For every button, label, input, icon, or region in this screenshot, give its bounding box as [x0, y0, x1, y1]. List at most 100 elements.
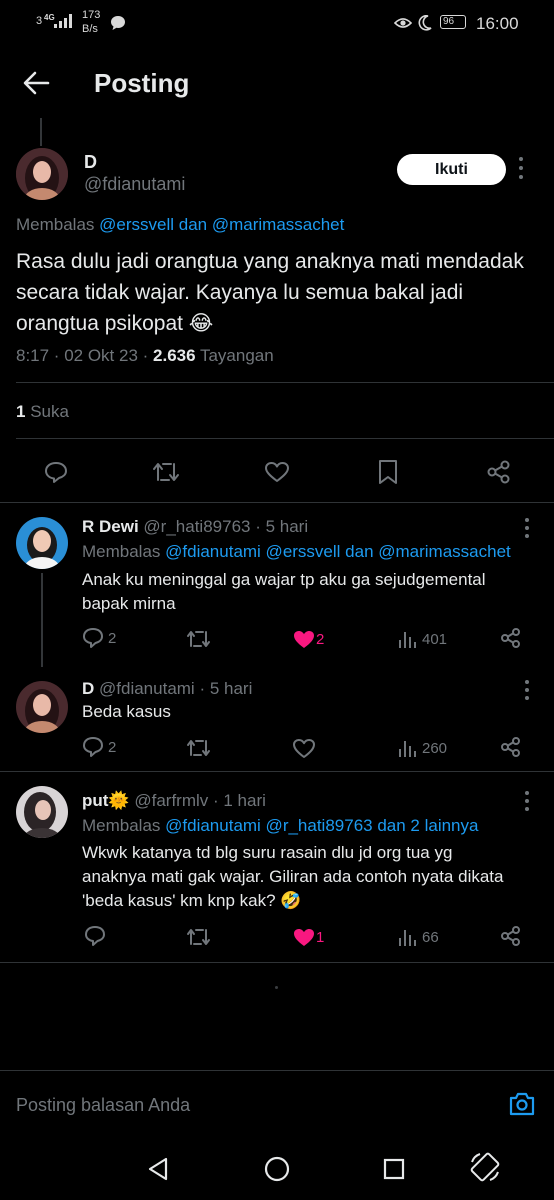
reply-icon: [83, 628, 103, 648]
reply-input[interactable]: [16, 1091, 456, 1119]
retweet-button[interactable]: [152, 460, 180, 484]
reply-author-handle[interactable]: @r_hati89763: [143, 517, 250, 536]
more-button[interactable]: [524, 517, 530, 539]
reply-item[interactable]: put🌞 @farfrmlv · 1 hari Membalas @fdianu…: [0, 772, 554, 962]
back-arrow-icon: [23, 71, 50, 95]
replying-to: Membalas @fdianutami @erssvell dan @mari…: [82, 542, 511, 562]
views-count: 260: [422, 740, 448, 757]
post-text-line: Rasa dulu jadi orangtua yang anaknya mat…: [16, 250, 524, 273]
reply-button[interactable]: [44, 460, 68, 484]
reply-icon: [45, 462, 67, 483]
reply-button[interactable]: [84, 925, 106, 947]
like-count: 1: [316, 929, 325, 946]
share-icon: [501, 628, 520, 648]
more-button[interactable]: [518, 156, 524, 180]
retweet-icon: [187, 929, 210, 945]
reply-author-name[interactable]: put🌞: [82, 791, 130, 810]
reply-author-handle[interactable]: @farfrmlv: [134, 791, 208, 810]
avatar[interactable]: [16, 517, 68, 569]
reply-composer[interactable]: [0, 1071, 554, 1131]
battery-icon: 96: [440, 15, 466, 29]
follow-button[interactable]: Ikuti: [397, 154, 506, 185]
camera-button[interactable]: [508, 1091, 536, 1117]
share-button[interactable]: [500, 925, 522, 947]
more-icon: [525, 680, 529, 700]
views-label: Tayangan: [195, 346, 274, 365]
more-icon: [525, 791, 529, 811]
reply-author-name[interactable]: D: [82, 679, 94, 698]
like-count: 2: [316, 631, 325, 648]
bookmark-button[interactable]: [377, 459, 399, 485]
retweet-button[interactable]: [186, 926, 212, 948]
views-icon: [399, 741, 416, 757]
share-button[interactable]: [500, 736, 522, 758]
divider: [16, 438, 554, 439]
retweet-icon: [187, 740, 210, 756]
divider: [0, 962, 554, 963]
reply-time: · 1 hari: [208, 791, 266, 810]
author-name[interactable]: D: [84, 152, 97, 173]
camera-icon: [509, 1092, 535, 1116]
reply-icon: [83, 737, 103, 757]
reply-header: D @fdianutami · 5 hari: [82, 679, 252, 699]
reply-item[interactable]: R Dewi @r_hati89763 · 5 hari Membalas @f…: [0, 503, 554, 667]
reply-author-name[interactable]: R Dewi: [82, 517, 139, 536]
retweet-icon: [187, 631, 210, 647]
share-button[interactable]: [500, 627, 522, 649]
replying-to-label: Membalas: [16, 215, 95, 234]
back-button[interactable]: [22, 70, 52, 96]
nav-home-button[interactable]: [264, 1156, 290, 1182]
retweet-button[interactable]: [186, 628, 212, 650]
reply-text: Beda kasus: [82, 700, 171, 724]
author-handle[interactable]: @fdianutami: [84, 174, 185, 195]
reply-header: put🌞 @farfrmlv · 1 hari: [82, 791, 266, 811]
likes-summary[interactable]: 1 Suka: [16, 402, 69, 422]
reply-author-handle[interactable]: @fdianutami: [99, 679, 195, 698]
replying-to-label: Membalas: [82, 542, 166, 561]
more-button[interactable]: [524, 790, 530, 812]
like-icon-filled: [294, 929, 314, 946]
replying-to-handles[interactable]: @fdianutami @r_hati89763 dan 2 lainnya: [165, 816, 478, 835]
views-icon: [399, 632, 416, 648]
screen-rotate-icon: [470, 1152, 500, 1182]
like-button[interactable]: [264, 460, 290, 484]
battery-level: 96: [443, 16, 455, 27]
nav-back-button[interactable]: [146, 1156, 170, 1182]
reply-time: · 5 hari: [194, 679, 253, 698]
avatar[interactable]: [16, 786, 68, 838]
net-speed-value: 173: [82, 9, 101, 21]
more-icon: [519, 157, 523, 179]
reply-text-line: anaknya mati gak wajar. Giliran ada cont…: [82, 867, 504, 886]
reply-text-line: 'beda kasus' km knp kak? 🤣: [82, 891, 302, 910]
thread-connector: [40, 118, 42, 146]
post-timestamp[interactable]: 8:17 · 02 Okt 23 ·: [16, 346, 153, 365]
replying-to-handles[interactable]: @fdianutami @erssvell dan @marimassachet: [165, 542, 511, 561]
post-text-line: orangtua psikopat 😂: [16, 312, 214, 335]
triangle-back-icon: [148, 1157, 168, 1181]
share-icon: [487, 460, 510, 484]
share-icon: [501, 926, 520, 946]
retweet-button[interactable]: [186, 737, 212, 759]
replying-to-handles[interactable]: @erssvell dan @marimassachet: [99, 215, 344, 234]
like-button[interactable]: [292, 737, 316, 759]
moon-icon: [418, 15, 432, 31]
share-icon: [501, 737, 520, 757]
share-button[interactable]: [486, 459, 512, 485]
reply-icon: [85, 926, 105, 946]
square-recents-icon: [383, 1158, 405, 1180]
retweet-icon: [153, 463, 179, 481]
rotate-button[interactable]: [468, 1150, 502, 1184]
post-meta: 8:17 · 02 Okt 23 · 2.636 Tayangan: [16, 346, 274, 366]
signal-icon: [54, 14, 74, 28]
reply-item[interactable]: D @fdianutami · 5 hari Beda kasus 2 260: [0, 667, 554, 771]
likes-label: Suka: [25, 402, 69, 421]
reply-text-line: Beda kasus: [82, 702, 171, 721]
avatar[interactable]: [16, 681, 68, 733]
avatar[interactable]: [16, 148, 68, 200]
reply-count: 2: [108, 630, 117, 647]
more-button[interactable]: [524, 679, 530, 701]
reply-text: Wkwk katanya td blg suru rasain dlu jd o…: [82, 841, 550, 913]
thread-connector: [41, 573, 43, 667]
post-text-line: secara tidak wajar. Kayanya lu semua bak…: [16, 281, 464, 304]
nav-recents-button[interactable]: [383, 1158, 405, 1180]
